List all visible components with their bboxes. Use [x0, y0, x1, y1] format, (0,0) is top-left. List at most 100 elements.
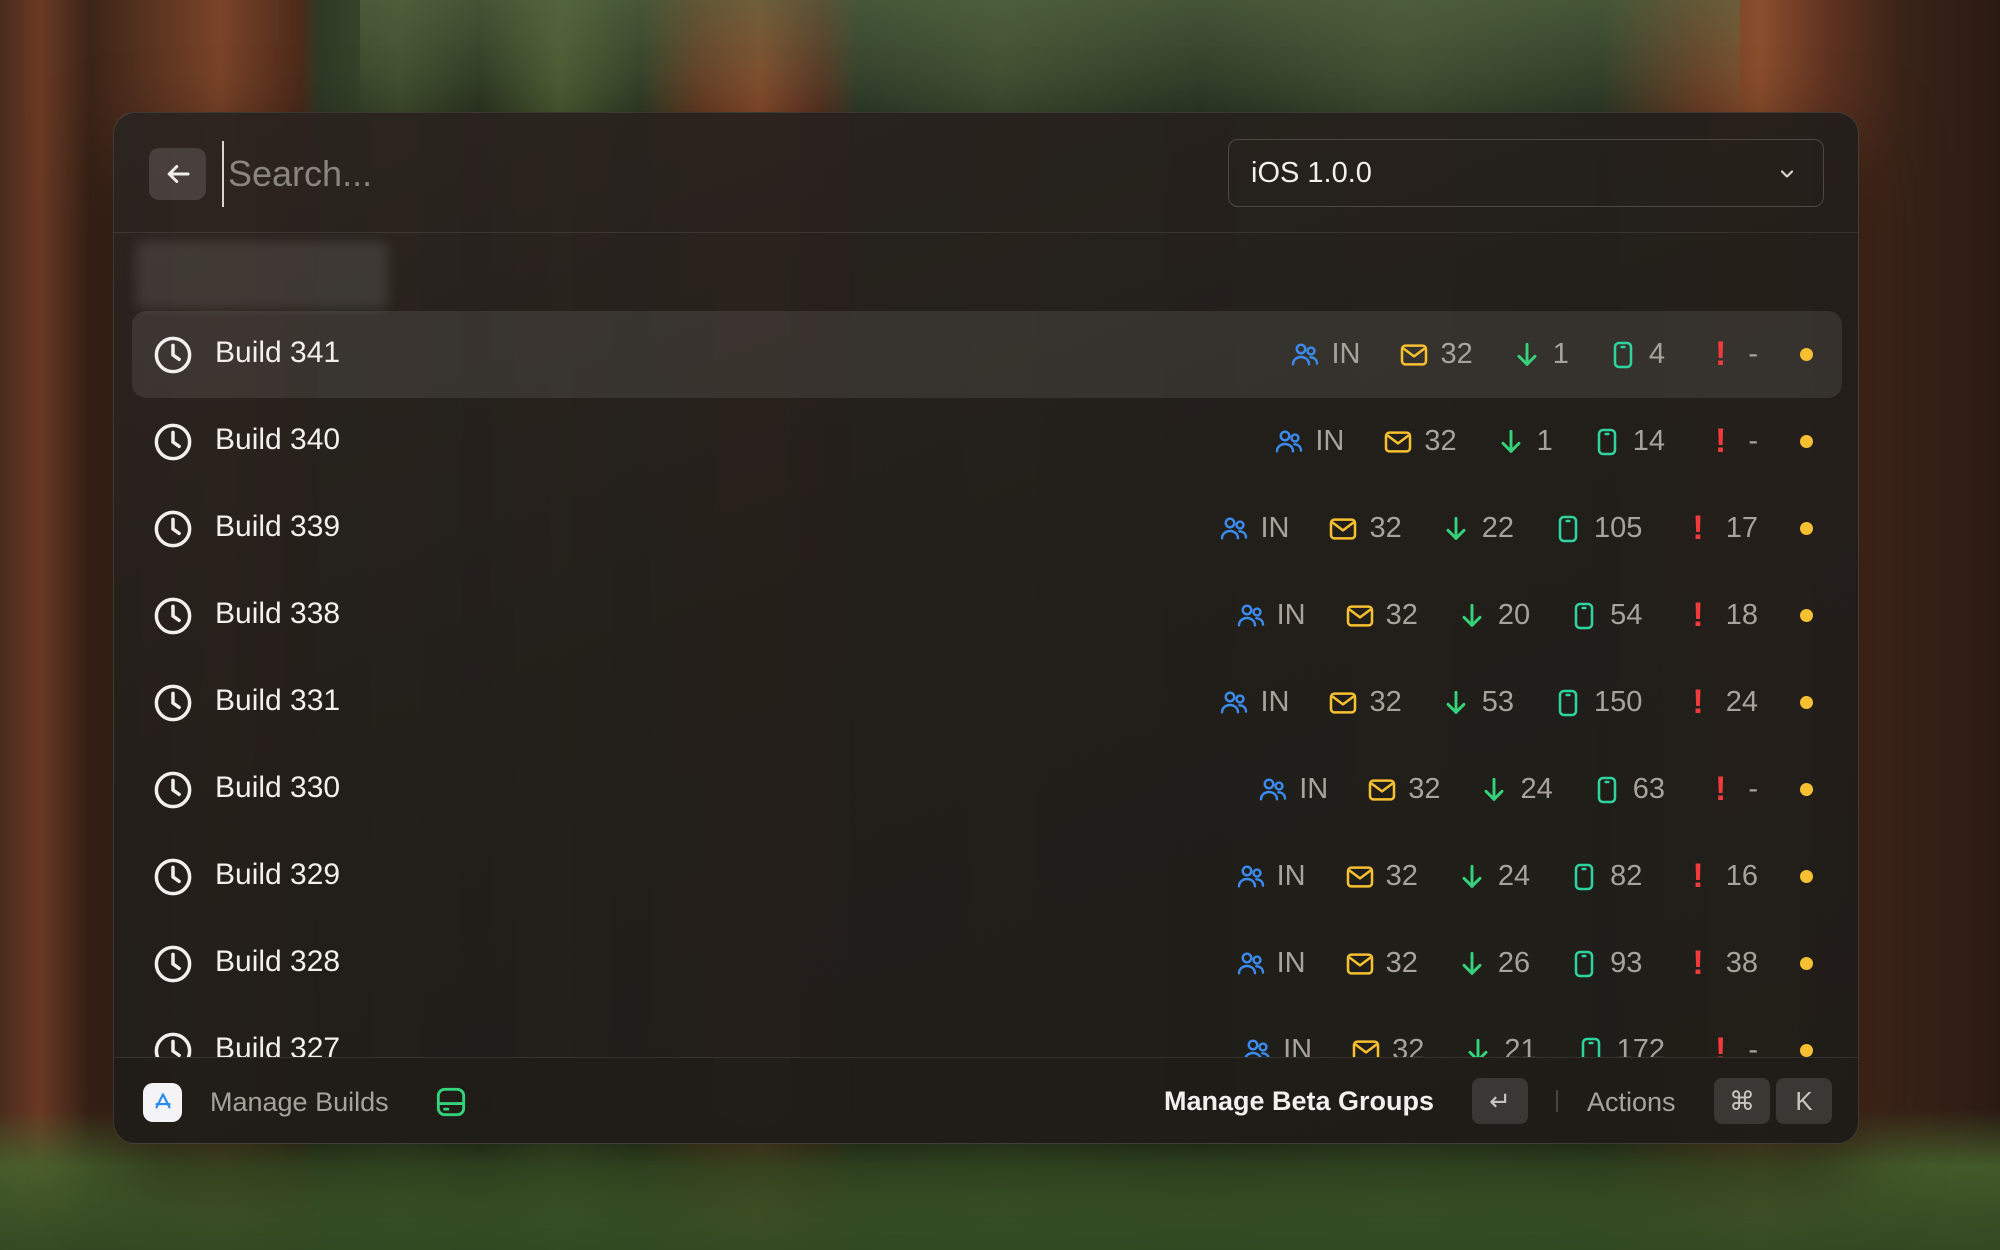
- sessions-badge: 93: [1568, 947, 1642, 980]
- exclamation-icon: !: [1715, 335, 1727, 373]
- installs-badge: 22: [1440, 512, 1514, 545]
- group-label: IN: [1331, 338, 1361, 370]
- sessions-count: 63: [1632, 773, 1665, 805]
- footer-separator: [1556, 1090, 1558, 1112]
- clock-icon: [154, 423, 192, 461]
- installs-badge: 24: [1456, 860, 1530, 893]
- footer-title: Manage Builds: [210, 1087, 389, 1117]
- sessions-badge: 63: [1591, 773, 1665, 806]
- build-row[interactable]: Build 341 IN 32 1 4! -: [132, 311, 1842, 398]
- sessions-badge: 14: [1591, 425, 1665, 458]
- mail-icon: [1330, 691, 1357, 714]
- installs-count: 53: [1481, 686, 1515, 718]
- status-dot: [1800, 609, 1813, 622]
- device-icon: [1574, 863, 1594, 890]
- exclamation-icon: !: [1715, 1031, 1727, 1057]
- arrow-down-icon: [1485, 777, 1504, 801]
- invites-count: 32: [1440, 338, 1473, 370]
- group-badge: IN: [1218, 686, 1289, 719]
- installs-count: 20: [1497, 599, 1531, 631]
- sessions-count: 172: [1616, 1034, 1665, 1057]
- people-group-icon: [1244, 1039, 1270, 1057]
- manage-beta-groups-action[interactable]: Manage Beta Groups: [1164, 1086, 1434, 1117]
- header-bar: iOS 1.0.0: [114, 113, 1858, 233]
- sessions-count: 4: [1648, 338, 1665, 370]
- build-row[interactable]: Build 327 IN 32 21 172! -: [132, 1007, 1842, 1057]
- version-select[interactable]: iOS 1.0.0: [1228, 139, 1824, 207]
- exclamation-icon: !: [1692, 857, 1704, 895]
- invites-count: 32: [1385, 599, 1418, 631]
- arrow-down-icon: [1462, 864, 1482, 888]
- mail-icon: [1368, 778, 1396, 801]
- group-label: IN: [1315, 425, 1345, 457]
- installs-badge: 24: [1478, 773, 1553, 806]
- build-row[interactable]: Build 330 IN 32 24 63! -: [132, 746, 1842, 833]
- arrow-down-icon: [1446, 516, 1466, 540]
- build-title: Build 339: [215, 510, 341, 543]
- sessions-badge: 105: [1552, 512, 1642, 545]
- build-row[interactable]: Build 331 IN 32 53 150! 24: [132, 659, 1842, 746]
- invites-count: 32: [1369, 512, 1402, 544]
- installs-badge: 1: [1511, 338, 1569, 371]
- sessions-count: 82: [1610, 860, 1643, 892]
- invites-badge: 32: [1350, 1034, 1424, 1057]
- build-row[interactable]: Build 339 IN 32 22 105! 17: [132, 485, 1842, 572]
- exclamation-icon: !: [1715, 422, 1727, 460]
- crashes-badge: ! 16: [1692, 857, 1758, 896]
- arrow-left-icon: [167, 165, 189, 183]
- build-title: Build 327: [215, 1032, 341, 1057]
- device-icon: [1558, 515, 1578, 542]
- group-label: IN: [1260, 686, 1290, 718]
- invites-badge: 32: [1344, 599, 1418, 632]
- invites-badge: 32: [1344, 860, 1418, 893]
- clock-icon: [154, 945, 192, 983]
- exclamation-icon: !: [1692, 509, 1704, 547]
- invites-count: 32: [1369, 686, 1402, 718]
- device-icon: [1597, 776, 1617, 803]
- clock-icon: [154, 684, 192, 722]
- device-icon: [1558, 689, 1578, 716]
- invites-badge: 32: [1382, 425, 1457, 458]
- status-dot: [1800, 870, 1813, 883]
- status-dot: [1800, 1044, 1813, 1057]
- build-title: Build 328: [215, 945, 341, 978]
- people-group-icon: [1221, 517, 1248, 540]
- sessions-badge: 150: [1552, 686, 1642, 719]
- invites-count: 32: [1385, 860, 1418, 892]
- group-label: IN: [1276, 860, 1306, 892]
- command-key-hint: ⌘: [1714, 1078, 1770, 1124]
- build-row[interactable]: Build 340 IN 32 1 14! -: [132, 398, 1842, 485]
- actions-button[interactable]: Actions: [1587, 1087, 1676, 1118]
- installs-badge: 21: [1462, 1034, 1537, 1057]
- drive-icon: [436, 1087, 466, 1117]
- build-row[interactable]: Build 328 IN 32 26 93! 38: [132, 920, 1842, 1007]
- search-input[interactable]: [222, 141, 1222, 207]
- group-badge: IN: [1289, 338, 1360, 371]
- exclamation-icon: !: [1692, 683, 1704, 721]
- mail-icon: [1330, 517, 1357, 540]
- device-icon: [1574, 602, 1594, 629]
- version-select-value: iOS 1.0.0: [1251, 156, 1372, 189]
- exclamation-icon: !: [1715, 770, 1727, 808]
- app-store-connect-icon: [143, 1083, 182, 1122]
- crashes-count: 16: [1725, 860, 1758, 892]
- people-group-icon: [1221, 691, 1248, 714]
- invites-badge: 32: [1327, 686, 1402, 719]
- clock-icon: [154, 858, 192, 896]
- group-badge: IN: [1235, 860, 1306, 893]
- build-row[interactable]: Build 338 IN 32 20 54! 18: [132, 572, 1842, 659]
- crashes-count: -: [1748, 773, 1758, 805]
- mail-icon: [1346, 865, 1373, 888]
- device-icon: [1574, 950, 1594, 977]
- installs-badge: 20: [1456, 599, 1530, 632]
- group-badge: IN: [1218, 512, 1289, 545]
- build-row[interactable]: Build 329 IN 32 24 82! 16: [132, 833, 1842, 920]
- installs-badge: 26: [1456, 947, 1530, 980]
- back-button[interactable]: [149, 148, 206, 200]
- invites-count: 32: [1408, 773, 1441, 805]
- crashes-badge: ! 18: [1692, 596, 1758, 635]
- return-key-hint: ↵: [1472, 1078, 1528, 1124]
- clock-icon: [154, 597, 192, 635]
- crashes-badge: ! -: [1715, 422, 1758, 461]
- builds-list: Build 341 IN 32 1 4! - Build 340 IN 32 1 14! - Build…: [132, 311, 1842, 1057]
